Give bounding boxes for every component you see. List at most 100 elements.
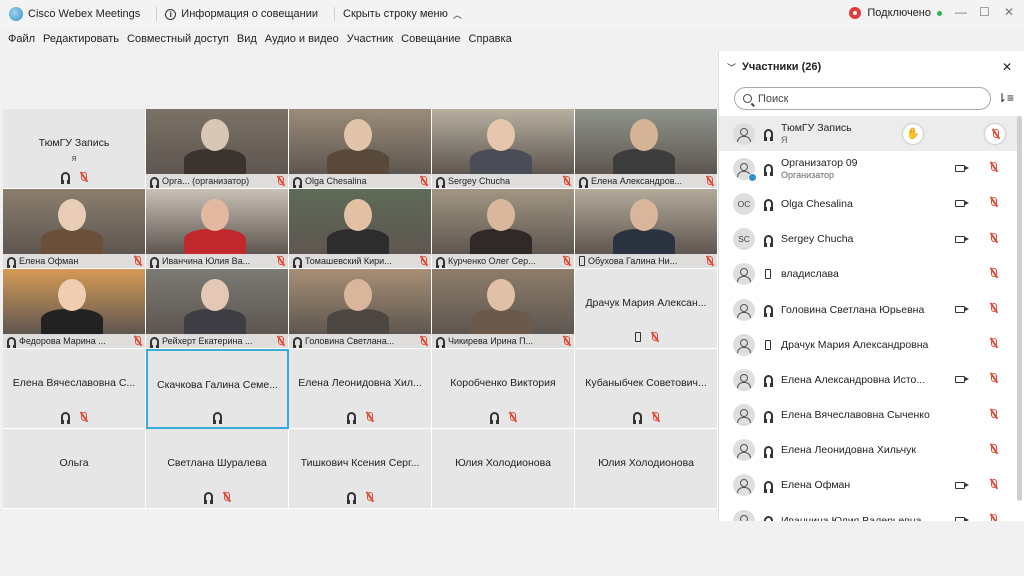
participant-row[interactable]: OC Olga Chesalina (719, 186, 1019, 221)
headset-icon (763, 199, 773, 212)
mute-status[interactable] (990, 267, 997, 281)
mute-status[interactable] (990, 443, 997, 457)
participant-name: Рейхерт Екатерина ... (162, 336, 253, 346)
sort-icon[interactable]: ⇂≡ (997, 91, 1014, 105)
close-window-icon[interactable]: ✕ (1004, 5, 1014, 19)
person-head (201, 119, 229, 151)
participant-tile[interactable]: Курченко Олег Сер... (432, 189, 575, 269)
participant-tile[interactable]: Кубаныбчек Советович... (575, 349, 718, 429)
participant-tile[interactable]: Елена Леонидовна Хил... (289, 349, 432, 429)
participant-tile[interactable]: Обухова Галина Ни... (575, 189, 718, 269)
mute-status[interactable] (990, 514, 997, 521)
participant-name: Скачкова Галина Семе... (157, 379, 278, 391)
title-bar: Cisco Webex Meetings i Информация о совещ… (0, 0, 1024, 28)
tile-status-icons (289, 492, 431, 504)
menu-file[interactable]: Файл (8, 33, 35, 45)
mute-status[interactable] (990, 478, 997, 492)
video-feed (575, 109, 717, 175)
participant-tile[interactable]: Драчук Мария Алексан... (575, 269, 718, 349)
close-icon[interactable]: ✕ (1002, 60, 1012, 74)
participant-row[interactable]: владислава (719, 257, 1019, 292)
mic-muted-icon (420, 256, 427, 266)
participant-tile[interactable]: Чикирева Ирина П... (432, 269, 575, 349)
meeting-info-button[interactable]: i Информация о совещании (165, 8, 318, 20)
participant-name: Елена Вячеславовна Сыченко (781, 409, 1019, 421)
mic-muted-icon (990, 408, 997, 419)
participant-tile[interactable]: Скачкова Галина Семе... (146, 349, 289, 429)
maximize-icon[interactable]: ☐ (979, 5, 990, 19)
participant-row[interactable]: Драчук Мария Александровна (719, 327, 1019, 362)
menu-view[interactable]: Вид (237, 33, 257, 45)
person-head (58, 279, 86, 311)
mic-muted-icon (652, 412, 659, 422)
mute-status[interactable] (990, 197, 997, 210)
person-body (184, 309, 246, 335)
participant-tile[interactable]: Рейхерт Екатерина ... (146, 269, 289, 349)
participant-tile[interactable]: Елена Александров... (575, 109, 718, 189)
tile-status-icons (432, 412, 574, 424)
participant-name: Драчук Мария Алексан... (585, 297, 707, 309)
mute-status[interactable] (990, 162, 997, 175)
mute-status[interactable] (990, 408, 997, 422)
participant-tile[interactable]: Светлана Шуралева (146, 429, 289, 509)
headset-icon (490, 412, 499, 424)
search-input[interactable]: Поиск (734, 87, 991, 110)
hide-menu-button[interactable]: Скрыть строку меню ︿ (343, 8, 462, 21)
webex-logo-icon (9, 7, 23, 21)
video-feed (146, 109, 288, 175)
participant-tile[interactable]: Иванчина Юлия Ва... (146, 189, 289, 269)
minimize-icon[interactable]: — (955, 5, 967, 19)
headset-icon (293, 176, 302, 188)
avatar (733, 333, 755, 356)
scrollbar[interactable] (1017, 116, 1022, 501)
participant-tile[interactable]: Юлия Холодионова (575, 429, 718, 509)
participant-role: Я (781, 135, 788, 146)
participant-row[interactable]: Головина Светлана Юрьевна (719, 292, 1019, 327)
participant-tile[interactable]: Ольга (3, 429, 146, 509)
participant-row[interactable]: SC Sergey Chucha (719, 222, 1019, 257)
person-icon (737, 444, 751, 459)
participant-tile[interactable]: Коробченко Виктория (432, 349, 575, 429)
connection-status[interactable]: Подключено (849, 7, 942, 19)
menu-help[interactable]: Справка (469, 33, 512, 45)
menu-share[interactable]: Совместный доступ (127, 33, 229, 45)
mute-status[interactable] (990, 232, 997, 246)
phone-icon (634, 332, 641, 342)
participant-name: Елена Леонидовна Хил... (298, 377, 422, 389)
menu-edit[interactable]: Редактировать (43, 33, 119, 45)
video-feed (575, 189, 717, 255)
participant-name: Елена Александровна Исто... (781, 374, 1019, 386)
participant-tile[interactable]: Sergey Chucha (432, 109, 575, 189)
participant-row[interactable]: Елена Вячеславовна Сыченко (719, 398, 1019, 433)
participant-row[interactable]: ТюмГУ Запись Я ✋ (719, 116, 1019, 152)
participant-tile[interactable]: Елена Офман (3, 189, 146, 269)
menu-audio-video[interactable]: Аудио и видео (265, 33, 339, 45)
menu-participant[interactable]: Участник (347, 33, 393, 45)
participant-tile[interactable]: Olga Chesalina (289, 109, 432, 189)
participant-tile[interactable]: Орга... (организатор) (146, 109, 289, 189)
participant-row[interactable]: Елена Офман (719, 468, 1019, 503)
menu-meeting[interactable]: Совещание (401, 33, 460, 45)
mic-muted-icon (706, 176, 713, 186)
mute-button[interactable] (985, 123, 1005, 144)
participant-tile[interactable]: Томашевский Кири... (289, 189, 432, 269)
tile-label: Обухова Галина Ни... (575, 254, 717, 268)
participant-tile[interactable]: Елена Вячеславовна С... (3, 349, 146, 429)
participant-row[interactable]: Елена Леонидовна Хильчук (719, 433, 1019, 468)
panel-header[interactable]: ﹀ Участники (26) (719, 51, 1024, 83)
participant-tile[interactable]: ТюмГУ Запись я (3, 109, 146, 189)
mute-status[interactable] (990, 338, 997, 351)
participant-row[interactable]: Елена Александровна Исто... (719, 362, 1019, 397)
person-head (487, 199, 515, 231)
audio-status (761, 164, 775, 177)
participant-row[interactable]: Организатор 09 Организатор (719, 151, 1019, 186)
person-head (58, 199, 86, 231)
participant-row[interactable]: Иванчина Юлия Валерьевна (719, 503, 1019, 521)
participant-tile[interactable]: Юлия Холодионова (432, 429, 575, 509)
participant-tile[interactable]: Головина Светлана... (289, 269, 432, 349)
participant-tile[interactable]: Тишкович Ксения Серг... (289, 429, 432, 509)
mute-status[interactable] (990, 373, 997, 386)
raise-hand-icon[interactable]: ✋ (903, 123, 923, 144)
participant-tile[interactable]: Федорова Марина ... (3, 269, 146, 349)
mute-status[interactable] (990, 303, 997, 316)
